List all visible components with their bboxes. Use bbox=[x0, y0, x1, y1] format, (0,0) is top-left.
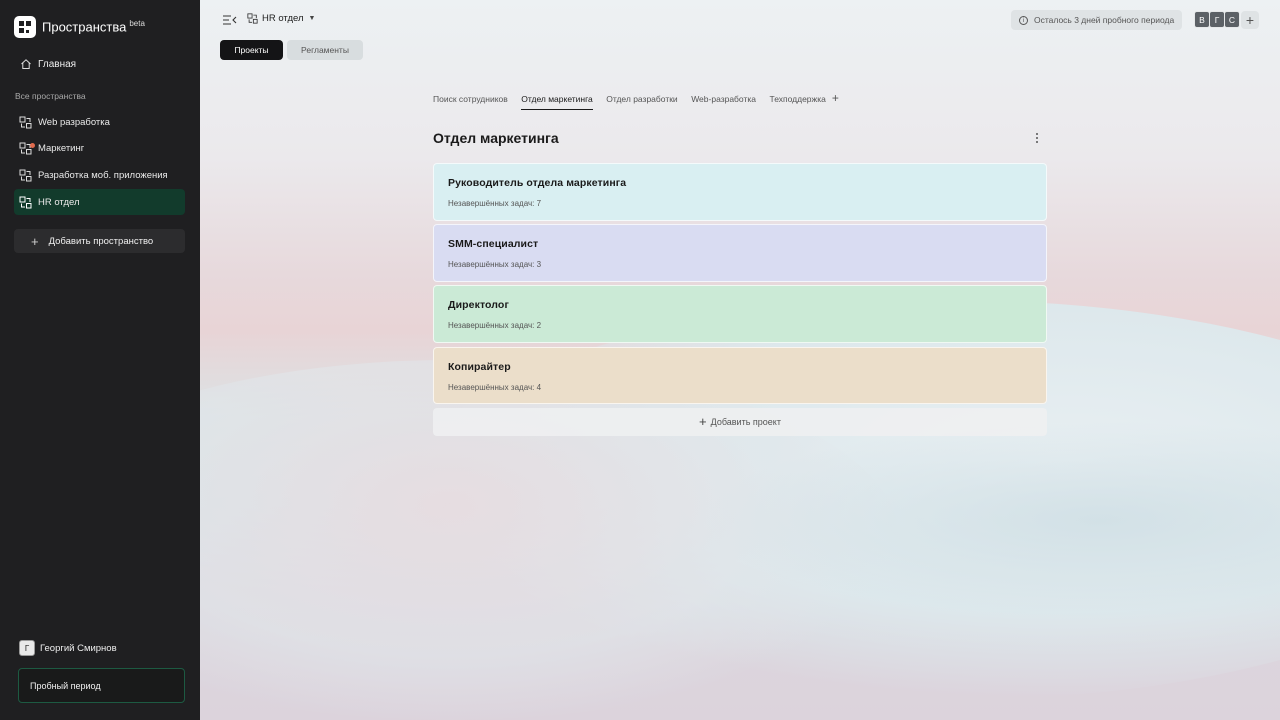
add-space-button[interactable]: + Добавить пространство bbox=[14, 229, 185, 253]
project-task-count: Незавершённых задач: 4 bbox=[448, 382, 542, 392]
project-card[interactable]: Копирайтер Незавершённых задач: 4 bbox=[433, 346, 1047, 405]
project-title: Копирайтер bbox=[448, 360, 511, 373]
add-tab-button[interactable]: + bbox=[832, 91, 839, 105]
chevron-down-icon: ▼ bbox=[308, 15, 316, 22]
space-item-mobile-dev[interactable]: Разработка моб. приложения bbox=[14, 162, 185, 189]
space-item-marketing[interactable]: Маркетинг bbox=[14, 136, 185, 163]
tab-employee-search[interactable]: Поиск сотрудников bbox=[433, 94, 508, 109]
project-task-count: Незавершённых задач: 7 bbox=[448, 199, 542, 208]
space-list: Web разработка Маркетинг Разработка моб.… bbox=[14, 109, 185, 216]
space-item-label: HR отдел bbox=[38, 196, 80, 208]
sidebar-toggle-button[interactable] bbox=[222, 13, 237, 31]
add-project-button[interactable]: + Добавить проект bbox=[433, 407, 1047, 436]
tab-projects[interactable]: Проекты bbox=[220, 40, 283, 60]
page-title: Отдел маркетинга bbox=[433, 130, 559, 146]
tab-development[interactable]: Отдел разработки bbox=[606, 94, 677, 109]
project-card[interactable]: SMM-специалист Незавершённых задач: 3 bbox=[433, 224, 1047, 282]
space-icon bbox=[247, 13, 258, 24]
avatar: Г bbox=[1209, 11, 1225, 28]
breadcrumb[interactable]: HR отдел ▼ bbox=[247, 13, 315, 24]
spaces-section-label: Все пространства bbox=[15, 91, 86, 101]
project-card[interactable]: Руководитель отдела маркетинга Незавершё… bbox=[433, 163, 1047, 221]
project-title: Руководитель отдела маркетинга bbox=[448, 177, 627, 189]
project-list: Руководитель отдела маркетинга Незавершё… bbox=[433, 163, 1047, 436]
project-title: Директолог bbox=[448, 299, 509, 312]
more-options-icon[interactable] bbox=[1031, 128, 1043, 148]
tab-web-development[interactable]: Web-разработка bbox=[691, 94, 756, 109]
user-name: Георгий Смирнов bbox=[40, 642, 117, 654]
main-content: HR отдел ▼ i Осталось 3 дней пробного пе… bbox=[200, 0, 1280, 720]
space-icon bbox=[19, 196, 32, 209]
department-tabs: Поиск сотрудников Отдел маркетинга Отдел… bbox=[433, 91, 839, 110]
logo-icon bbox=[14, 16, 36, 38]
add-project-label: Добавить проект bbox=[710, 416, 781, 427]
space-item-hr[interactable]: HR отдел bbox=[14, 188, 185, 216]
app-logo[interactable]: Пространства beta bbox=[14, 16, 145, 38]
plus-icon: + bbox=[31, 233, 39, 249]
project-task-count: Незавершённых задач: 3 bbox=[448, 260, 542, 270]
nav-home-label: Главная bbox=[38, 58, 77, 70]
tab-marketing[interactable]: Отдел маркетинга bbox=[521, 94, 593, 110]
app-title: Пространства beta bbox=[42, 19, 145, 35]
project-card[interactable]: Директолог Незавершённых задач: 2 bbox=[433, 285, 1047, 343]
plus-icon: + bbox=[699, 414, 707, 430]
view-switcher: Проекты Регламенты bbox=[220, 40, 363, 60]
home-icon bbox=[21, 59, 31, 69]
avatar: В bbox=[1194, 11, 1210, 28]
trial-notice-text: Осталось 3 дней пробного периода bbox=[1034, 15, 1175, 25]
tab-regulations[interactable]: Регламенты bbox=[287, 40, 363, 60]
collapse-sidebar-icon bbox=[223, 15, 237, 25]
space-icon bbox=[19, 169, 32, 182]
user-profile[interactable]: Г Георгий Смирнов bbox=[19, 640, 117, 656]
add-member-button[interactable]: + bbox=[1241, 11, 1259, 29]
trial-notice[interactable]: i Осталось 3 дней пробного периода bbox=[1011, 10, 1183, 30]
avatar: Г bbox=[19, 640, 35, 656]
space-item-label: Маркетинг bbox=[38, 143, 85, 155]
plus-icon: + bbox=[1245, 12, 1255, 28]
trial-period-label: Пробный период bbox=[30, 680, 101, 691]
project-title: SMM-специалист bbox=[448, 238, 539, 251]
sidebar: Пространства beta Главная Все пространств… bbox=[0, 0, 200, 720]
info-icon: i bbox=[1019, 15, 1028, 25]
trial-period-button[interactable]: Пробный период bbox=[18, 668, 185, 703]
nav-home[interactable]: Главная bbox=[14, 54, 186, 74]
beta-badge: beta bbox=[129, 19, 145, 29]
space-item-label: Web разработка bbox=[38, 116, 110, 128]
avatar: С bbox=[1224, 11, 1240, 28]
space-icon bbox=[19, 116, 32, 129]
member-avatars[interactable]: В Г С bbox=[1194, 11, 1240, 28]
tab-support[interactable]: Техподдержка bbox=[770, 94, 826, 109]
notification-dot bbox=[30, 142, 35, 148]
space-item-web[interactable]: Web разработка bbox=[14, 109, 185, 136]
space-item-label: Разработка моб. приложения bbox=[38, 169, 168, 181]
add-space-label: Добавить пространство bbox=[48, 235, 154, 247]
project-task-count: Незавершённых задач: 2 bbox=[448, 321, 542, 331]
breadcrumb-label: HR отдел bbox=[262, 13, 304, 24]
